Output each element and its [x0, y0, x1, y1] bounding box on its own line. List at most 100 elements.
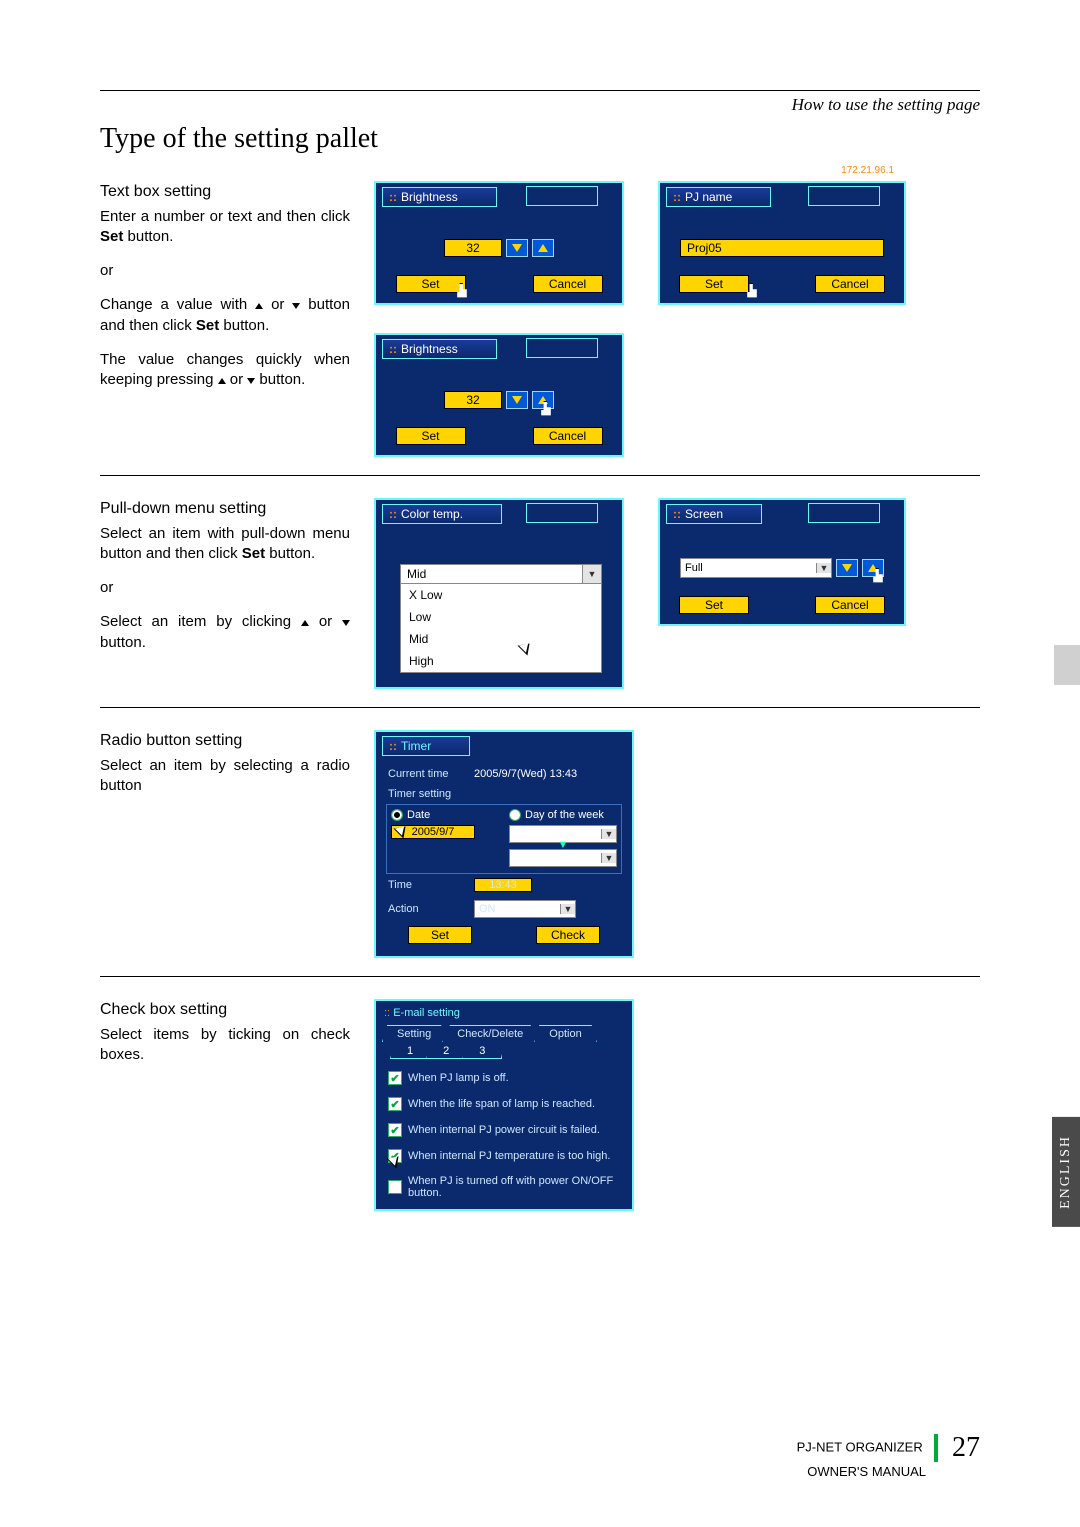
- panel-title: ::Brightness: [382, 339, 497, 359]
- set-button[interactable]: Set: [408, 926, 472, 944]
- tab-option[interactable]: Option: [534, 1025, 596, 1042]
- tab-checkdelete[interactable]: Check/Delete: [442, 1025, 538, 1042]
- dow-select-2[interactable]: ▼: [509, 849, 617, 867]
- checkbox-row: ✔When internal PJ temperature is too hig…: [380, 1143, 628, 1169]
- set-button[interactable]: Set: [396, 427, 466, 445]
- timer-panel: ::Timer Current time 2005/9/7(Wed) 13:43…: [374, 730, 634, 958]
- decrement-button[interactable]: [506, 239, 528, 257]
- colortemp-options[interactable]: X Low Low Mid High: [400, 584, 602, 673]
- chevron-down-icon[interactable]: ▼: [601, 853, 616, 863]
- numtab-1[interactable]: 1: [390, 1044, 430, 1059]
- page-number: 27: [952, 1432, 980, 1463]
- increment-button[interactable]: [532, 239, 554, 257]
- checkbox-row: ✔When internal PJ power circuit is faile…: [380, 1117, 628, 1143]
- language-tab: ENGLISH: [1052, 1117, 1080, 1227]
- pulldown-desc-1: Select an item with pull-down menu butto…: [100, 524, 350, 565]
- header-caption: How to use the setting page: [100, 95, 980, 115]
- textbox-desc-2: Change a value with or button and then c…: [100, 295, 350, 336]
- cancel-button[interactable]: Cancel: [533, 275, 603, 293]
- panel-title: ::Brightness: [382, 187, 497, 207]
- colortemp-panel: ::Color temp. Mid ▼ X Low Low Mid High: [374, 498, 624, 689]
- page-title: Type of the setting pallet: [100, 123, 980, 155]
- numtab-3[interactable]: 3: [462, 1044, 502, 1059]
- time-input[interactable]: 13:43: [474, 878, 532, 892]
- screen-select[interactable]: Full▼: [680, 558, 832, 578]
- set-button[interactable]: Set: [396, 275, 466, 293]
- panel-title: ::Color temp.: [382, 504, 502, 524]
- checkbox-label: When PJ is turned off with power ON/OFF …: [408, 1175, 620, 1199]
- option-item[interactable]: X Low: [401, 584, 601, 606]
- triangle-up-icon: [301, 620, 309, 626]
- checkbox[interactable]: ✔: [388, 1097, 402, 1111]
- radio-heading: Radio button setting: [100, 730, 350, 752]
- chevron-down-icon[interactable]: ▼: [601, 829, 616, 839]
- checkbox-row: ✔ When the life span of lamp is reached.: [380, 1091, 628, 1117]
- time-label: Time: [388, 879, 468, 891]
- textbox-desc-1: Enter a number or text and then click Se…: [100, 207, 350, 248]
- radio-dow-label: Day of the week: [525, 809, 604, 821]
- check-button[interactable]: Check: [536, 926, 600, 944]
- checkbox-row: When PJ is turned off with power ON/OFF …: [380, 1169, 628, 1205]
- set-button[interactable]: Set: [679, 275, 749, 293]
- timer-setting-label: Timer setting: [382, 784, 626, 804]
- option-item[interactable]: Mid: [401, 628, 601, 650]
- triangle-up-icon: [255, 303, 263, 309]
- checkbox[interactable]: ✔: [388, 1123, 402, 1137]
- textbox-desc-3: The value changes quickly when keeping p…: [100, 350, 350, 391]
- brightness-panel-2: ::Brightness 32 Set Cancel: [374, 333, 624, 457]
- gray-strip: [1054, 645, 1080, 685]
- ip-label: 172.21.96.1: [841, 165, 900, 176]
- panel-title: ::PJ name: [666, 187, 771, 207]
- checkbox-heading: Check box setting: [100, 999, 350, 1021]
- chevron-down-icon[interactable]: ▼: [816, 563, 831, 573]
- option-item[interactable]: High: [401, 650, 601, 672]
- radio-desc: Select an item by selecting a radio butt…: [100, 756, 350, 797]
- chevron-down-icon[interactable]: ▼: [583, 564, 602, 584]
- decrement-button[interactable]: [506, 391, 528, 409]
- triangle-up-icon: [218, 378, 226, 384]
- tab-setting[interactable]: Setting: [382, 1025, 446, 1042]
- current-time-value: 2005/9/7(Wed) 13:43: [474, 768, 577, 780]
- panel-title: ::Screen: [666, 504, 762, 524]
- decrement-button[interactable]: [836, 559, 858, 577]
- pjname-panel: 172.21.96.1 ::PJ name Proj05 Set Cancel: [658, 181, 906, 305]
- pulldown-desc-2: Select an item by clicking or button.: [100, 612, 350, 653]
- chevron-down-icon[interactable]: ▼: [560, 904, 575, 914]
- numtab-2[interactable]: 2: [426, 1044, 466, 1059]
- pulldown-heading: Pull-down menu setting: [100, 498, 350, 520]
- current-time-label: Current time: [388, 768, 468, 780]
- footer-line2: OWNER'S MANUAL: [807, 1464, 926, 1479]
- cancel-button[interactable]: Cancel: [533, 427, 603, 445]
- checkbox-row: ✔ When PJ lamp is off.: [380, 1065, 628, 1091]
- email-panel: :: E-mail setting Setting Check/Delete O…: [374, 999, 634, 1211]
- textbox-heading: Text box setting: [100, 181, 350, 203]
- radio-dow[interactable]: [509, 809, 521, 821]
- checkbox-label: When PJ lamp is off.: [408, 1072, 509, 1084]
- checkbox-desc: Select items by ticking on check boxes.: [100, 1025, 350, 1066]
- footer-line1: PJ-NET ORGANIZER: [797, 1439, 923, 1454]
- colortemp-select[interactable]: Mid ▼: [400, 564, 602, 584]
- page-footer: PJ-NET ORGANIZER 27 OWNER'S MANUAL: [797, 1432, 980, 1479]
- pjname-input[interactable]: Proj05: [680, 239, 884, 257]
- cancel-button[interactable]: Cancel: [815, 596, 885, 614]
- brightness-value[interactable]: 32: [444, 391, 502, 409]
- radio-date[interactable]: [391, 809, 403, 821]
- checkbox[interactable]: [388, 1180, 402, 1194]
- brightness-value[interactable]: 32: [444, 239, 502, 257]
- action-label: Action: [388, 903, 468, 915]
- pulldown-or: or: [100, 578, 350, 598]
- action-select[interactable]: ON▼: [474, 900, 576, 918]
- increment-button[interactable]: [532, 391, 554, 409]
- option-item[interactable]: Low: [401, 606, 601, 628]
- radio-date-label: Date: [407, 809, 430, 821]
- checkbox-label: When the life span of lamp is reached.: [408, 1098, 595, 1110]
- cancel-button[interactable]: Cancel: [815, 275, 885, 293]
- set-button[interactable]: Set: [679, 596, 749, 614]
- triangle-down-icon: [342, 620, 350, 626]
- checkbox[interactable]: ✔: [388, 1071, 402, 1085]
- screen-panel: ::Screen Full▼ Set Cancel: [658, 498, 906, 626]
- brightness-panel-1: ::Brightness 32 Set Cancel: [374, 181, 624, 305]
- panel-title: :: E-mail setting: [380, 1005, 628, 1021]
- increment-button[interactable]: [862, 559, 884, 577]
- textbox-or: or: [100, 261, 350, 281]
